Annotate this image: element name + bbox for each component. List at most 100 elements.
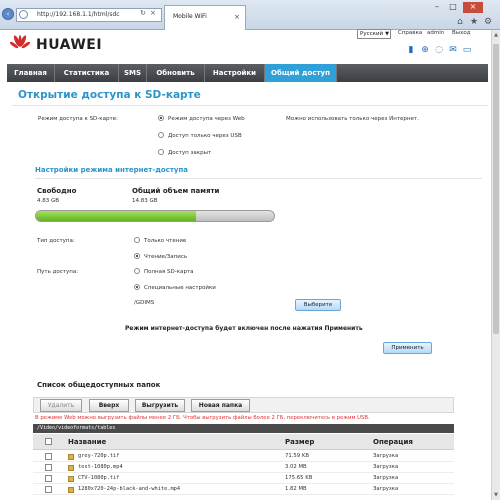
access-type-readwrite-radio[interactable] [134, 253, 140, 259]
free-space-label: Свободно [37, 187, 77, 195]
menu-update[interactable]: Обновить [147, 64, 205, 82]
favorites-icon[interactable]: ★ [469, 17, 479, 27]
main-menu: Главная Статистика SMS Обновить Настройк… [7, 64, 488, 82]
message-icon: ✉ [449, 45, 457, 55]
access-path-custom-label: Специальные настройки [144, 285, 216, 291]
menu-settings[interactable]: Настройки [205, 64, 265, 82]
browser-toolbar: ‹ http://192.168.1.1/html/sdc ↻ × Mobile… [0, 0, 500, 30]
row-checkbox[interactable] [45, 475, 52, 482]
access-mode-note: Можно использовать только через Интернет… [286, 116, 419, 122]
storage-usage-bar [35, 210, 275, 222]
file-icon [68, 465, 74, 471]
file-name[interactable]: test-1080p.mp4 [78, 464, 123, 470]
refresh-icon[interactable]: ↻ [140, 9, 146, 17]
storage-usage-fill [36, 211, 197, 221]
huawei-logo [10, 35, 30, 49]
file-size: 71.59 KB [285, 453, 309, 459]
file-name[interactable]: CTV-1080p.tif [78, 475, 119, 481]
access-mode-closed-label: Доступ закрыт [168, 150, 212, 156]
access-type-readonly-radio[interactable] [134, 237, 140, 243]
current-path: /Video/videoformats/tables [33, 424, 454, 433]
table-row[interactable]: 1280x720-24p-black-and-white.mp4 1.82 MB… [33, 485, 454, 495]
free-space-value: 4.83 GB [37, 198, 60, 204]
address-text: http://192.168.1.1/html/sdc [37, 11, 120, 18]
home-icon[interactable]: ⌂ [455, 17, 465, 27]
apply-button[interactable]: Применить [383, 342, 432, 354]
row-checkbox[interactable] [45, 486, 52, 493]
scroll-up-icon[interactable]: ▲ [492, 31, 500, 39]
access-mode-web-label: Режим доступа через Web [168, 116, 245, 122]
column-size[interactable]: Размер [285, 434, 314, 450]
scroll-down-icon[interactable]: ▼ [492, 491, 500, 499]
close-window-button[interactable]: × [463, 2, 483, 13]
page-icon [19, 10, 28, 19]
browser-window: ‹ http://192.168.1.1/html/sdc ↻ × Mobile… [0, 0, 500, 500]
access-path-full-radio[interactable] [134, 268, 140, 274]
access-mode-closed-radio[interactable] [158, 149, 164, 155]
new-folder-button[interactable]: Новая папка [191, 399, 250, 412]
column-operation: Операция [373, 438, 413, 446]
file-name[interactable]: grey-720p.tif [78, 453, 119, 459]
access-mode-web-radio[interactable] [158, 115, 164, 121]
file-size: 1.82 MB [285, 486, 307, 492]
access-mode-label: Режим доступа к SD-карте: [38, 116, 118, 122]
help-link[interactable]: Справка [398, 30, 422, 36]
vertical-scrollbar[interactable]: ▲ ▼ [491, 30, 500, 500]
brand-name: HUAWEI [36, 37, 103, 53]
row-checkbox[interactable] [45, 464, 52, 471]
access-mode-usb-radio[interactable] [158, 132, 164, 138]
user-link[interactable]: admin [427, 30, 444, 36]
up-button[interactable]: Вверх [89, 399, 129, 412]
scrollbar-thumb[interactable] [493, 44, 499, 334]
section-title: Настройки режима интернет-доступа [35, 166, 189, 174]
language-select[interactable]: Русский ▼ [357, 29, 391, 39]
stop-icon[interactable]: × [150, 9, 156, 17]
column-name[interactable]: Название [68, 434, 106, 450]
apply-note: Режим интернет-доступа будет включен пос… [125, 325, 363, 332]
file-size: 175.65 KB [285, 475, 313, 481]
file-icon [68, 487, 74, 493]
download-link[interactable]: Загрузка [373, 453, 398, 459]
menu-statistics[interactable]: Статистика [55, 64, 119, 82]
wifi-icon: ◌ [435, 45, 443, 55]
table-row[interactable]: CTV-1080p.tif 175.65 KB Загрузка [33, 474, 454, 484]
select-all-checkbox[interactable] [45, 438, 52, 445]
back-icon[interactable]: ‹ [2, 8, 14, 20]
shares-toolbar: Удалить Вверх Выгрузить Новая папка [33, 397, 454, 413]
divider [35, 178, 482, 179]
battery-icon: ▭ [462, 45, 472, 55]
upload-button[interactable]: Выгрузить [135, 399, 185, 412]
signal-icon: ▮ [408, 45, 414, 55]
menu-home[interactable]: Главная [7, 64, 55, 82]
access-path-label: Путь доступа: [37, 269, 79, 275]
table-row[interactable]: test-1080p.mp4 3.02 MB Загрузка [33, 463, 454, 473]
file-name[interactable]: 1280x720-24p-black-and-white.mp4 [78, 486, 180, 492]
download-link[interactable]: Загрузка [373, 475, 398, 481]
maximize-button[interactable]: □ [446, 2, 460, 13]
row-checkbox[interactable] [45, 453, 52, 460]
access-type-readwrite-label: Чтение/Запись [144, 254, 188, 260]
access-path-full-label: Полная SD-карта [144, 269, 194, 275]
language-value: Русский [360, 31, 384, 37]
logout-link[interactable]: Выход [452, 30, 471, 36]
access-type-label: Тип доступа: [37, 238, 75, 244]
shares-title: Список общедоступных папок [37, 381, 161, 389]
page-title: Открытие доступа к SD-карте [18, 89, 201, 101]
table-header: Название Размер Операция [33, 434, 454, 450]
access-path-custom-radio[interactable] [134, 284, 140, 290]
tab-title: Mobile WiFi [173, 13, 207, 20]
access-mode-usb-label: Доступ только через USB [168, 133, 242, 139]
browse-button[interactable]: Выберите [295, 299, 341, 311]
file-icon [68, 454, 74, 460]
divider [12, 105, 488, 106]
download-link[interactable]: Загрузка [373, 464, 398, 470]
menu-sharing[interactable]: Общий доступ [265, 64, 337, 82]
tools-icon[interactable]: ⚙ [483, 17, 493, 27]
minimize-button[interactable]: – [430, 2, 444, 13]
table-row[interactable]: grey-720p.tif 71.59 KB Загрузка [33, 452, 454, 462]
delete-button[interactable]: Удалить [40, 399, 82, 412]
access-type-readonly-label: Только чтение [144, 238, 187, 244]
tab-close-icon[interactable]: × [234, 13, 240, 21]
menu-sms[interactable]: SMS [119, 64, 147, 82]
download-link[interactable]: Загрузка [373, 486, 398, 492]
